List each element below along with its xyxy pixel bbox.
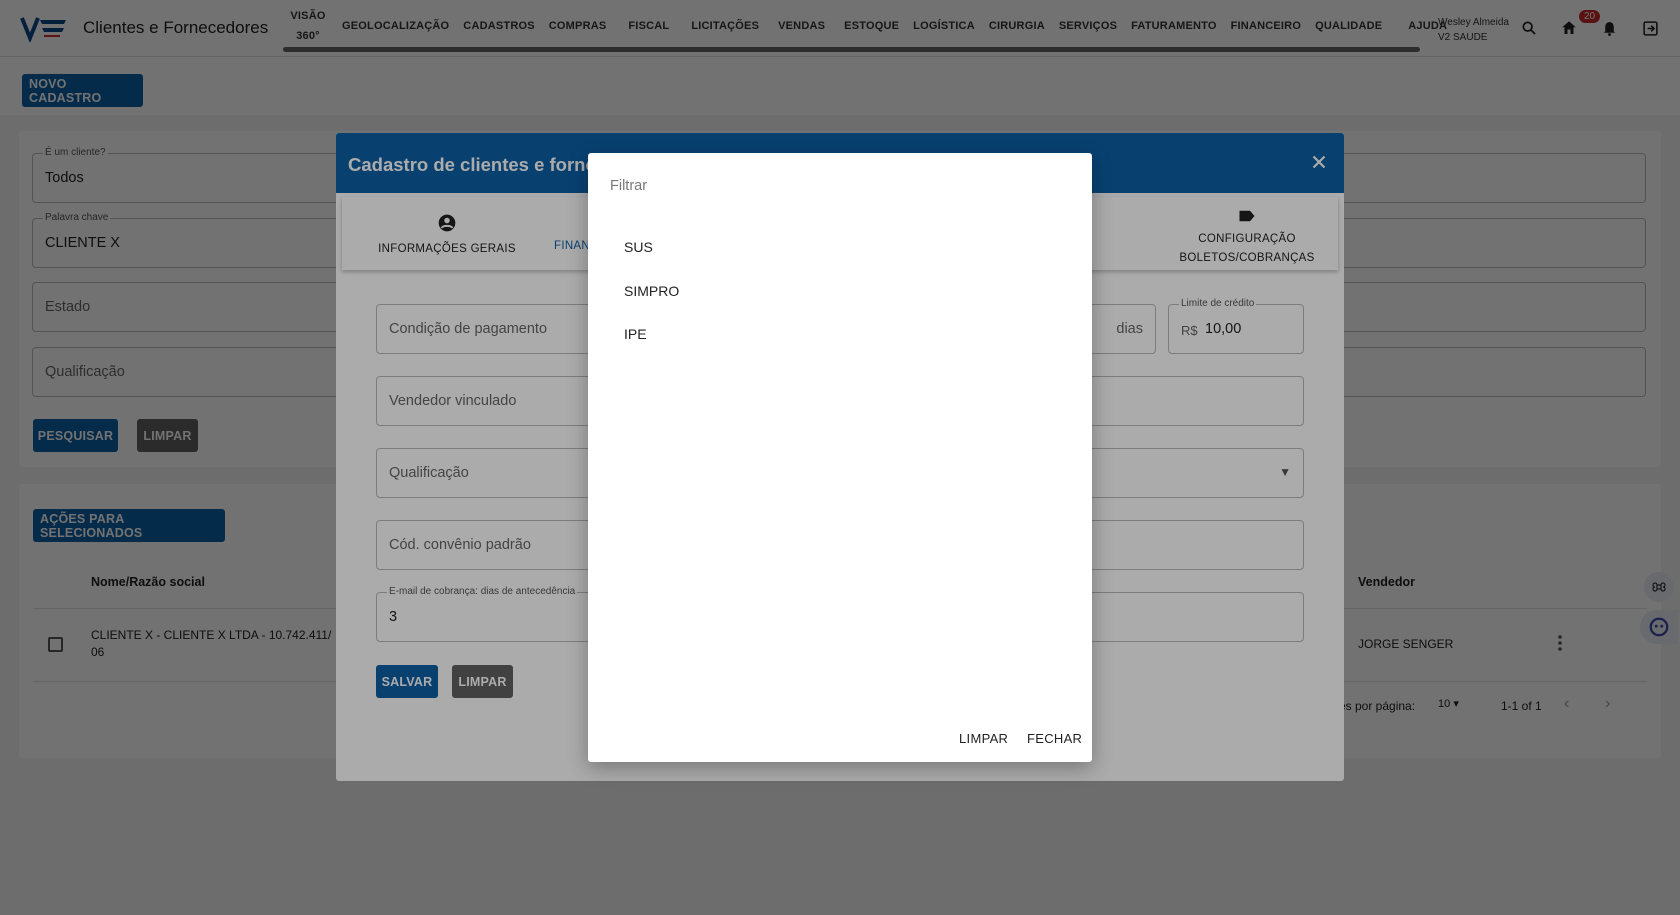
- filter-dialog: SUS SIMPRO IPE LIMPAR FECHAR: [588, 153, 1092, 762]
- dialog-close-button[interactable]: FECHAR: [1027, 731, 1082, 746]
- option-ipe[interactable]: IPE: [624, 326, 647, 342]
- dialog-clear-button[interactable]: LIMPAR: [959, 731, 1008, 746]
- option-simpro[interactable]: SIMPRO: [624, 283, 679, 299]
- filter-input[interactable]: [610, 173, 1070, 199]
- option-sus[interactable]: SUS: [624, 239, 653, 255]
